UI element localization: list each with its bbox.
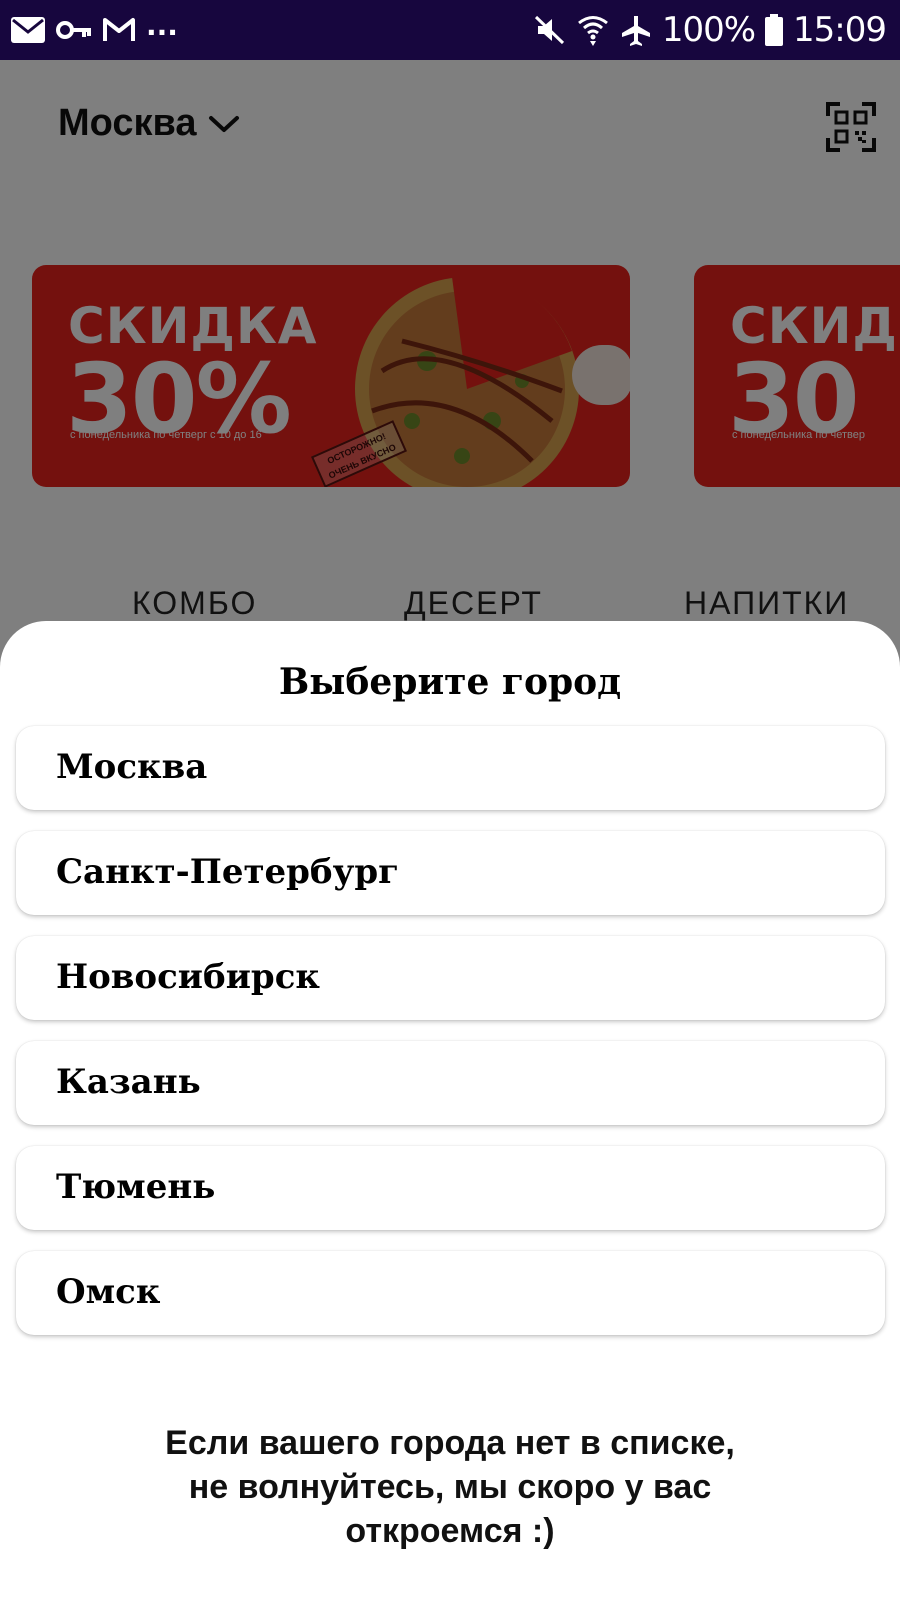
mail-icon — [11, 17, 45, 43]
mute-icon — [534, 15, 564, 45]
city-select-sheet: Выберите город Москва Санкт-Петербург Но… — [0, 621, 900, 1600]
status-bar-left: ... — [10, 12, 178, 48]
city-missing-notice: Если вашего города нет в списке, не волн… — [100, 1421, 800, 1553]
status-bar: ... 100% 15:09 — [0, 0, 900, 60]
wifi-icon — [577, 16, 608, 46]
city-option-moscow[interactable]: Москва — [16, 726, 885, 810]
city-option-label: Москва — [56, 747, 208, 787]
city-option-label: Санкт-Петербург — [56, 852, 399, 892]
city-option-label: Новосибирск — [56, 957, 320, 997]
notice-line: откроемся :) — [345, 1512, 555, 1550]
overflow-dots: ... — [146, 9, 178, 42]
city-option-omsk[interactable]: Омск — [16, 1251, 885, 1335]
notice-line: не волнуйтесь, мы скоро у вас — [188, 1468, 712, 1506]
city-option-saint-petersburg[interactable]: Санкт-Петербург — [16, 831, 885, 915]
status-bar-right: 100% 15:09 — [534, 10, 887, 50]
city-option-kazan[interactable]: Казань — [16, 1041, 885, 1125]
sheet-title: Выберите город — [278, 661, 622, 703]
notice-line: Если вашего города нет в списке, — [165, 1424, 735, 1462]
key-icon — [56, 21, 91, 39]
battery-percent: 100% — [661, 10, 756, 50]
city-option-label: Омск — [56, 1272, 161, 1312]
city-list: Москва Санкт-Петербург Новосибирск Казан… — [16, 726, 885, 1356]
city-option-tyumen[interactable]: Тюмень — [16, 1146, 885, 1230]
city-option-novosibirsk[interactable]: Новосибирск — [16, 936, 885, 1020]
city-option-label: Казань — [56, 1062, 201, 1102]
battery-icon — [765, 14, 784, 46]
gmail-icon — [103, 18, 135, 41]
clock: 15:09 — [793, 10, 887, 50]
city-option-label: Тюмень — [56, 1167, 216, 1207]
airplane-icon — [621, 16, 650, 46]
